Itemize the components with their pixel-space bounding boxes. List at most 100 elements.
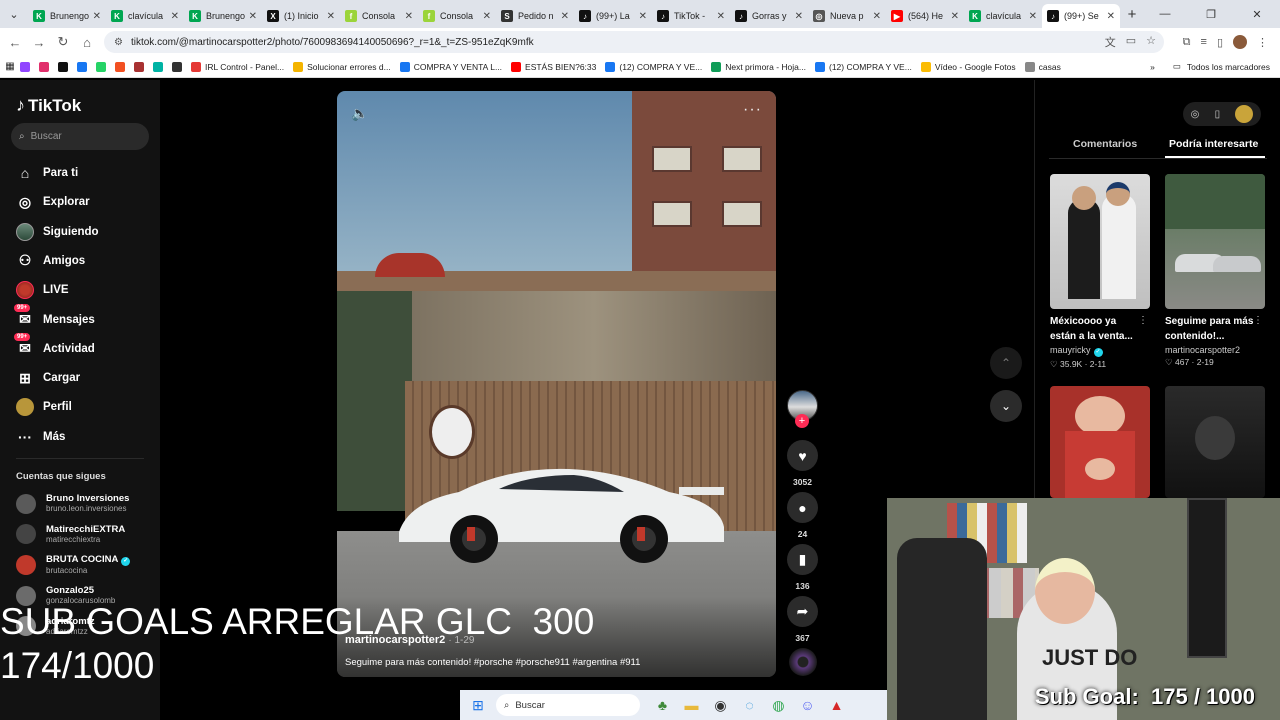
tab-close-icon[interactable]: ✕: [249, 11, 257, 22]
url-input[interactable]: ⚙ tiktok.com/@martinocarspotter2/photo/7…: [104, 31, 1164, 53]
edge-icon[interactable]: ◌: [735, 697, 764, 713]
browser-tab[interactable]: S Pedido n ✕: [496, 4, 574, 28]
bookmark-item[interactable]: [20, 61, 34, 72]
bookmark-item[interactable]: [153, 61, 167, 72]
followed-account[interactable]: BRUTA COCINA ✓ brutacocina: [16, 554, 131, 576]
bookmark-item[interactable]: (12) COMPRA Y VE...: [814, 61, 912, 72]
volume-icon[interactable]: 🔈: [351, 105, 368, 122]
all-bookmarks-link[interactable]: Todos los marcadores: [1187, 62, 1270, 72]
recommendation-card[interactable]: Seguime para más contenido!... ⋮ martino…: [1165, 174, 1265, 368]
bookmark-item[interactable]: casas: [1024, 61, 1061, 72]
back-icon[interactable]: ←: [3, 35, 27, 50]
home-icon[interactable]: ⌂: [75, 35, 99, 50]
browser-tab[interactable]: ◎ Nueva p ✕: [808, 4, 886, 28]
bookmark-item[interactable]: [58, 61, 72, 72]
sidebar-item-cargar[interactable]: ⊞ Cargar: [16, 369, 80, 387]
tab-close-icon[interactable]: ✕: [1029, 11, 1037, 22]
tab-close-icon[interactable]: ✕: [327, 11, 335, 22]
browser-tab[interactable]: ▶ (564) He ✕: [886, 4, 964, 28]
more-options-icon[interactable]: ···: [743, 101, 762, 119]
recommendation-card[interactable]: [1165, 386, 1265, 498]
taskbar-search-input[interactable]: ⌕ Buscar: [496, 694, 640, 716]
coin-icon[interactable]: ◎: [1191, 109, 1200, 120]
tab-close-icon[interactable]: ✕: [717, 11, 725, 22]
obs-icon[interactable]: ◉: [706, 697, 735, 714]
tab-close-icon[interactable]: ✕: [1107, 11, 1115, 22]
next-post-button[interactable]: ⌄: [990, 390, 1022, 422]
tab-close-icon[interactable]: ✕: [561, 11, 569, 22]
sidebar-item-perfil[interactable]: Perfil: [16, 398, 72, 417]
windows-start-icon[interactable]: ⊞: [460, 697, 496, 714]
site-info-icon[interactable]: ⚙: [114, 37, 123, 48]
user-avatar[interactable]: [1235, 105, 1254, 123]
sidebar-item-actividad[interactable]: ✉ 99+ Actividad: [14, 332, 95, 358]
recommendation-card[interactable]: [1050, 386, 1150, 498]
tab-close-icon[interactable]: ✕: [483, 11, 491, 22]
sidebar-search-input[interactable]: ⌕ Buscar: [11, 123, 149, 150]
tab-comments[interactable]: Comentarios: [1073, 138, 1137, 150]
tab-close-icon[interactable]: ✕: [795, 11, 803, 22]
followed-account[interactable]: MatirecchiEXTRA matirecchiextra: [16, 524, 125, 545]
tab-you-may-like[interactable]: Podría interesarte: [1169, 138, 1258, 150]
browser-tab[interactable]: X (1) Inicio ✕: [262, 4, 340, 28]
browser-tab[interactable]: ♪ TikTok - ✕: [652, 4, 730, 28]
recommendation-more-icon[interactable]: ⋮: [1253, 315, 1263, 326]
recommendation-more-icon[interactable]: ⋮: [1138, 315, 1148, 326]
browser-tab[interactable]: f Consola ✕: [418, 4, 496, 28]
discord-icon[interactable]: ☺: [793, 697, 822, 713]
sidepanel-icon[interactable]: ▯: [1217, 36, 1223, 49]
bookmark-item[interactable]: Vídeo - Google Fotos: [920, 61, 1016, 72]
bookmark-item[interactable]: [134, 61, 148, 72]
browser-tab[interactable]: ♪ (99+) La ✕: [574, 4, 652, 28]
sidebar-item-live[interactable]: LIVE: [16, 281, 69, 300]
new-tab-icon[interactable]: +: [1120, 6, 1144, 23]
previous-post-button[interactable]: ⌃: [990, 347, 1022, 379]
bookmark-item[interactable]: [115, 61, 129, 72]
sidebar-item-amigos[interactable]: ⚇ Amigos: [16, 252, 85, 270]
sidebar-item-siguiendo[interactable]: Siguiendo: [16, 222, 99, 241]
bookmark-item[interactable]: [96, 61, 110, 72]
like-button[interactable]: ♥: [787, 440, 818, 471]
acrobat-icon[interactable]: ▲: [822, 697, 851, 713]
maximize-icon[interactable]: ❐: [1188, 8, 1234, 21]
bookmark-item[interactable]: IRL Control - Panel...: [191, 61, 284, 72]
media-icon[interactable]: ≡: [1201, 36, 1207, 48]
bookmark-item[interactable]: (12) COMPRA Y VE...: [605, 61, 702, 72]
browser-tab[interactable]: K Brunengo ✕: [184, 4, 262, 28]
tab-close-icon[interactable]: ✕: [951, 11, 959, 22]
minimize-icon[interactable]: —: [1142, 8, 1188, 20]
browser-tab[interactable]: Kclavícula ✕: [964, 4, 1042, 28]
follow-plus-icon[interactable]: +: [795, 414, 809, 428]
close-window-icon[interactable]: ✕: [1234, 8, 1280, 21]
sidebar-item-para-ti[interactable]: ⌂ Para ti: [16, 164, 78, 182]
tiktok-logo[interactable]: ♪ TikTok: [16, 95, 81, 116]
forward-icon[interactable]: →: [27, 35, 51, 50]
bookmark-star-icon[interactable]: ☆: [1146, 34, 1156, 50]
bookmark-item[interactable]: ESTÁS BIEN?6:33: [511, 61, 596, 72]
post-photo[interactable]: 🔈 ··· martinocarspotter2 · 1-29 Seguime …: [337, 91, 776, 677]
tab-search-icon[interactable]: ⌄: [0, 0, 28, 28]
tab-close-icon[interactable]: ✕: [639, 11, 647, 22]
save-button[interactable]: ▮: [787, 544, 818, 575]
browser-tab[interactable]: ♪ Gorras y ✕: [730, 4, 808, 28]
bookmark-item[interactable]: COMPRA Y VENTA L...: [399, 61, 502, 72]
bookmark-item[interactable]: Solucionar errores d...: [293, 61, 391, 72]
browser-tab[interactable]: ♪ (99+) Se ✕: [1042, 4, 1120, 28]
bookmark-item[interactable]: [172, 61, 186, 72]
sidebar-item-mensajes[interactable]: ✉ 99+ Mensajes: [14, 303, 95, 329]
menu-icon[interactable]: ⋮: [1257, 36, 1268, 49]
browser-tab[interactable]: Kclavícula ✕: [106, 4, 184, 28]
followed-account[interactable]: Bruno Inversiones bruno.leon.inversiones: [16, 493, 129, 514]
share-button[interactable]: ➦: [787, 596, 818, 627]
apps-grid-icon[interactable]: ▦: [0, 61, 20, 72]
news-widget-icon[interactable]: ♣: [648, 697, 677, 713]
bookmarks-overflow-icon[interactable]: »: [1150, 62, 1155, 72]
browser-tab[interactable]: K Brunengo ✕: [28, 4, 106, 28]
profile-avatar[interactable]: [1233, 35, 1247, 49]
bookmark-item[interactable]: Next primora - Hoja...: [711, 61, 806, 72]
music-disc-icon[interactable]: [789, 648, 817, 676]
device-icon[interactable]: ▯: [1215, 109, 1221, 120]
tab-close-icon[interactable]: ✕: [171, 11, 179, 22]
chrome-icon[interactable]: ◍: [764, 697, 793, 714]
cast-icon[interactable]: ▭: [1126, 34, 1136, 50]
